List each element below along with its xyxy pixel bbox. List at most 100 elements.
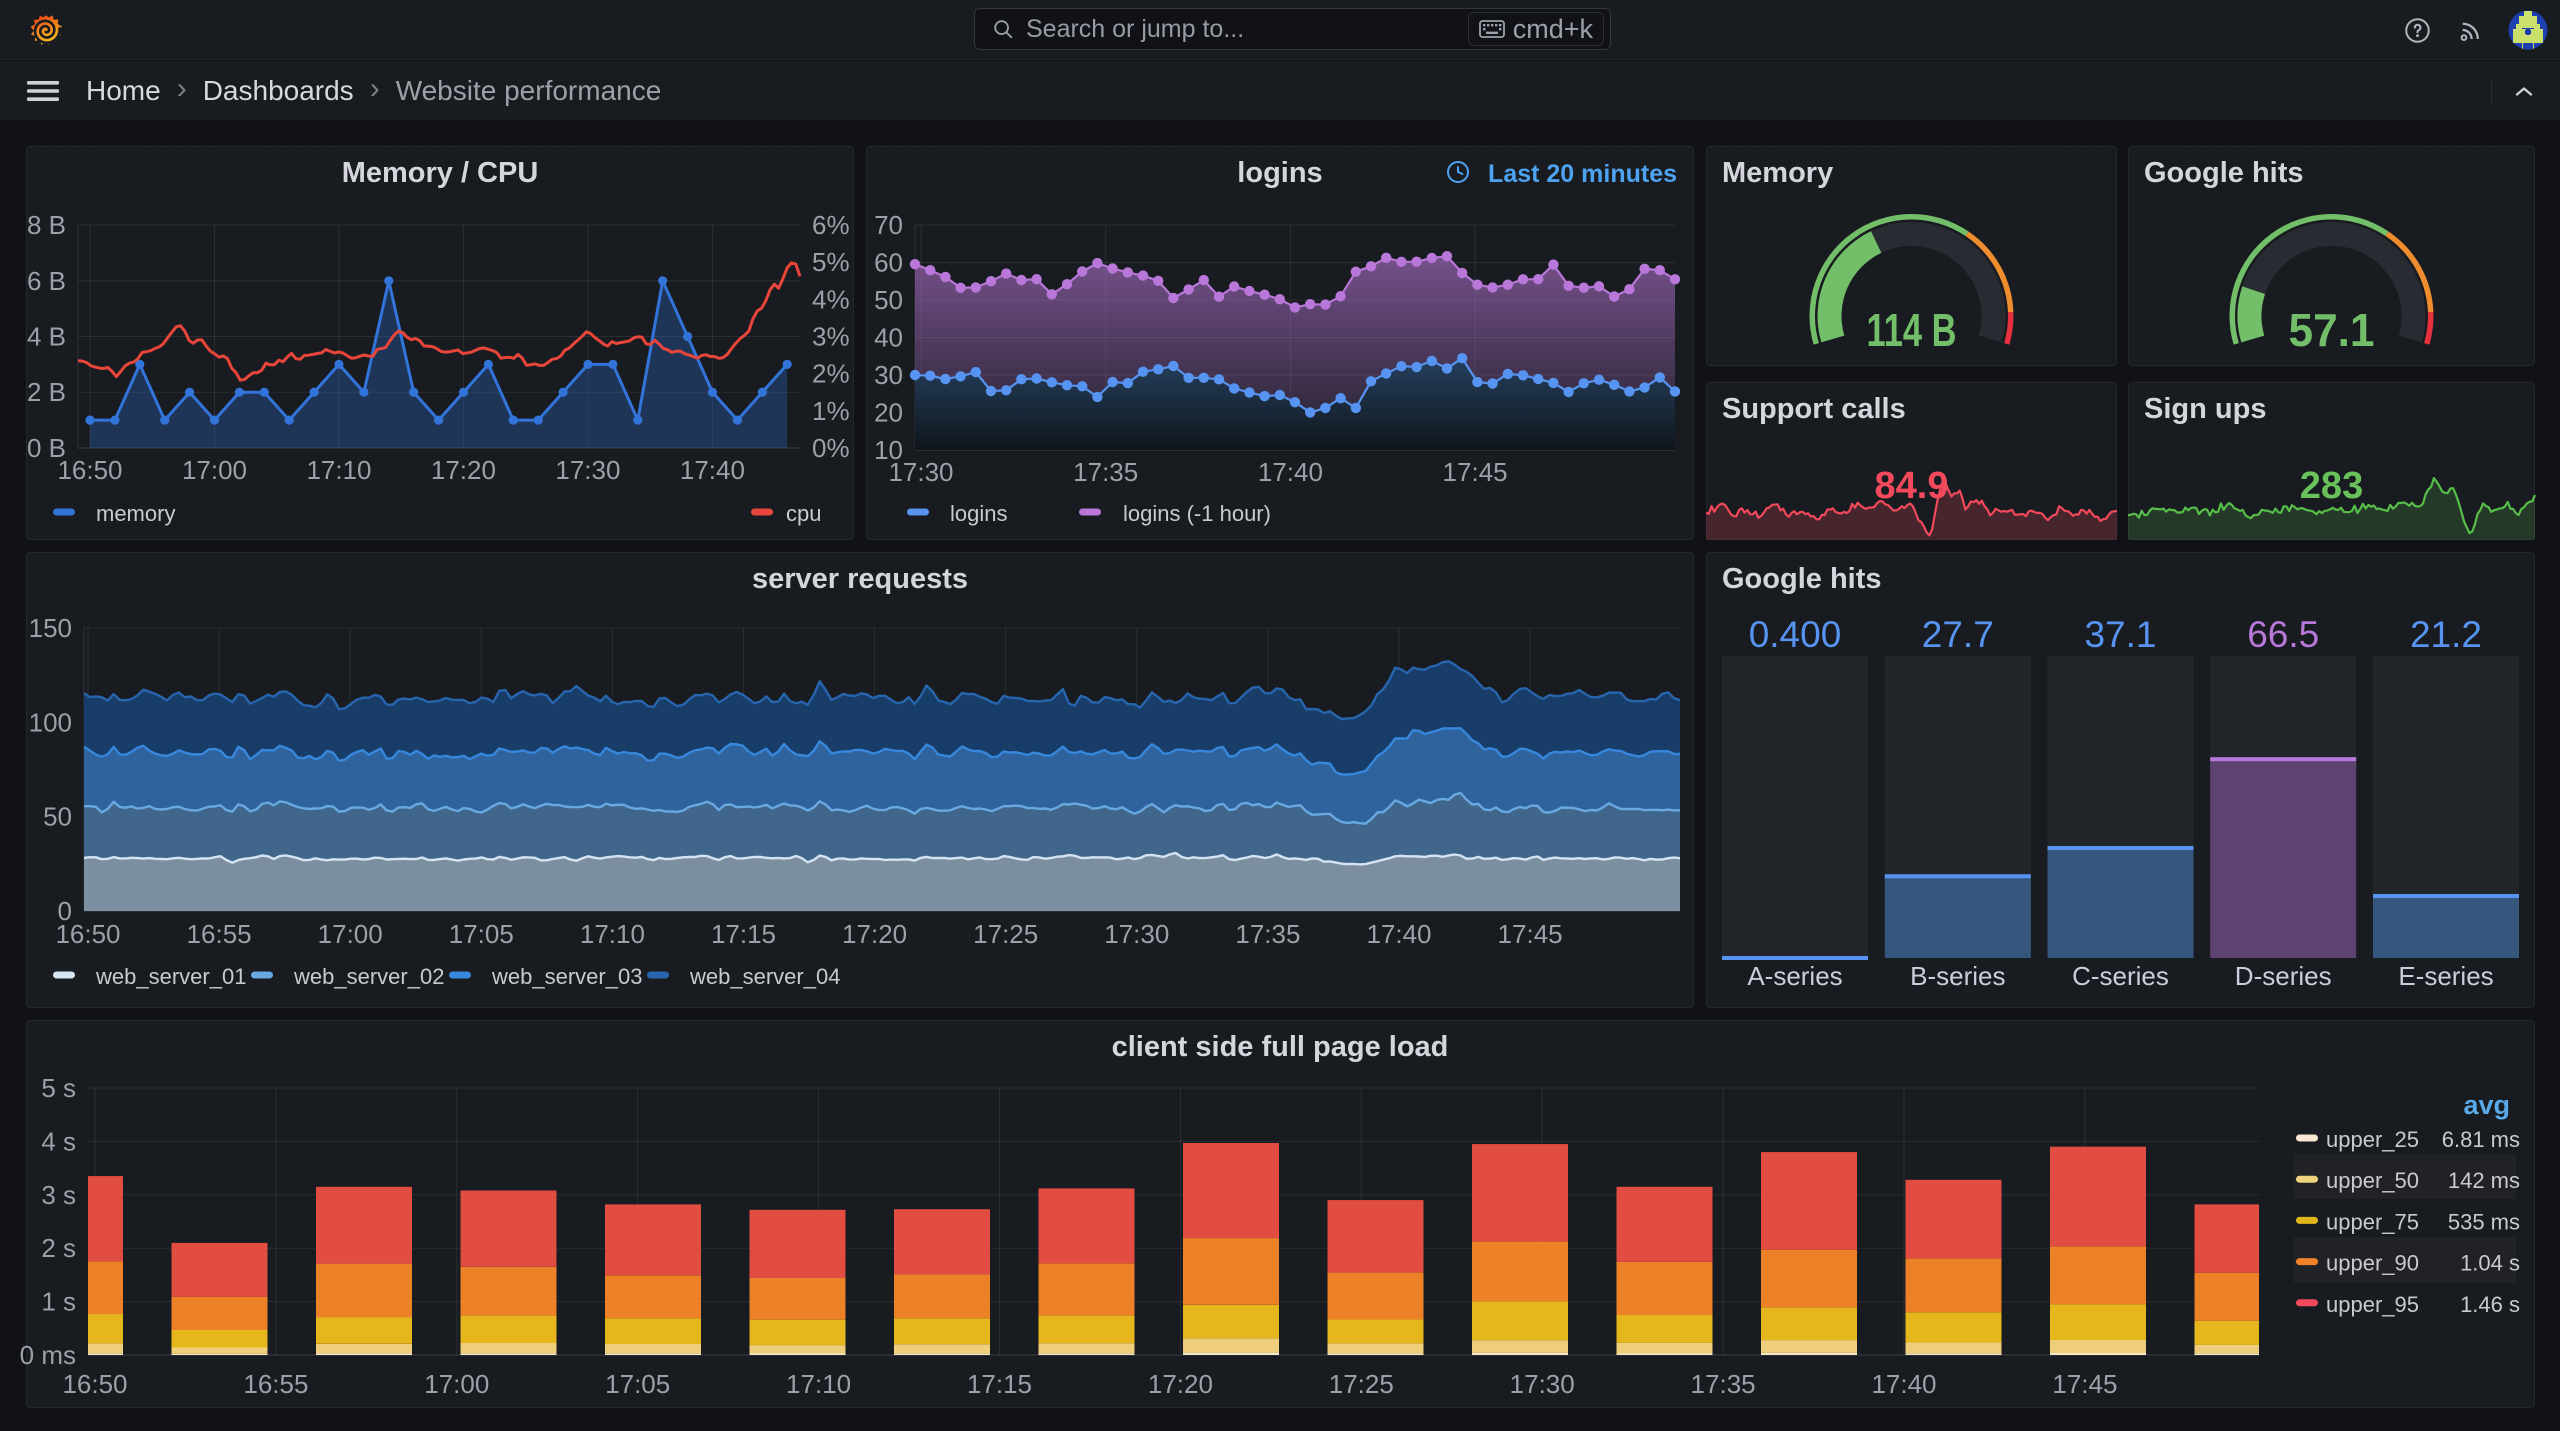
svg-text:1%: 1% (812, 396, 850, 426)
svg-text:upper_50: upper_50 (2326, 1168, 2419, 1193)
svg-text:17:30: 17:30 (1104, 919, 1169, 949)
svg-text:17:30: 17:30 (555, 455, 620, 485)
svg-text:5%: 5% (812, 247, 850, 277)
svg-text:142 ms: 142 ms (2448, 1168, 2520, 1193)
svg-text:17:05: 17:05 (449, 919, 514, 949)
svg-text:16:50: 16:50 (62, 1369, 127, 1399)
svg-text:6%: 6% (812, 210, 850, 240)
svg-text:1.46 s: 1.46 s (2460, 1292, 2520, 1317)
svg-text:21.2: 21.2 (2410, 614, 2482, 655)
svg-text:17:05: 17:05 (605, 1369, 670, 1399)
svg-text:17:15: 17:15 (711, 919, 776, 949)
svg-text:upper_95: upper_95 (2326, 1292, 2419, 1317)
svg-text:2%: 2% (812, 359, 850, 389)
svg-text:100: 100 (29, 707, 72, 737)
svg-text:17:00: 17:00 (182, 455, 247, 485)
svg-text:D-series: D-series (2235, 961, 2332, 991)
svg-text:20: 20 (874, 398, 903, 428)
svg-text:E-series: E-series (2398, 961, 2493, 991)
svg-text:17:35: 17:35 (1235, 919, 1300, 949)
svg-text:150: 150 (29, 613, 72, 643)
svg-text:cpu: cpu (786, 501, 821, 526)
svg-text:16:55: 16:55 (243, 1369, 308, 1399)
svg-text:memory: memory (96, 501, 175, 526)
svg-text:A-series: A-series (1747, 961, 1842, 991)
svg-text:283: 283 (2300, 465, 2363, 507)
svg-text:114 B: 114 B (1867, 304, 1957, 356)
svg-text:17:45: 17:45 (2052, 1369, 2117, 1399)
svg-text:6 B: 6 B (27, 266, 66, 296)
svg-text:3%: 3% (812, 322, 850, 352)
svg-text:1 s: 1 s (41, 1287, 76, 1317)
svg-text:17:25: 17:25 (973, 919, 1038, 949)
svg-text:50: 50 (874, 285, 903, 315)
svg-text:17:35: 17:35 (1073, 457, 1138, 487)
svg-text:B-series: B-series (1910, 961, 2005, 991)
svg-text:17:30: 17:30 (888, 457, 953, 487)
svg-text:web_server_01: web_server_01 (95, 964, 246, 989)
svg-text:upper_75: upper_75 (2326, 1209, 2419, 1234)
svg-text:2 B: 2 B (27, 377, 66, 407)
svg-text:17:40: 17:40 (1258, 457, 1323, 487)
svg-text:17:10: 17:10 (786, 1369, 851, 1399)
svg-text:57.1: 57.1 (2289, 304, 2375, 356)
svg-text:17:35: 17:35 (1691, 1369, 1756, 1399)
svg-text:avg: avg (2463, 1090, 2510, 1120)
svg-text:4%: 4% (812, 284, 850, 314)
svg-text:37.1: 37.1 (2084, 614, 2156, 655)
svg-text:17:10: 17:10 (580, 919, 645, 949)
svg-text:1.04 s: 1.04 s (2460, 1251, 2520, 1276)
svg-text:Google hits: Google hits (1722, 563, 1882, 595)
svg-text:Support calls: Support calls (1722, 393, 1906, 425)
svg-text:web_server_02: web_server_02 (293, 964, 444, 989)
svg-text:84.9: 84.9 (1875, 465, 1949, 507)
svg-text:0%: 0% (812, 433, 850, 463)
svg-text:logins: logins (1237, 157, 1322, 189)
svg-text:C-series: C-series (2072, 961, 2169, 991)
svg-text:client side full page load: client side full page load (1112, 1031, 1449, 1063)
svg-text:50: 50 (43, 802, 72, 832)
svg-text:logins: logins (950, 501, 1007, 526)
svg-text:27.7: 27.7 (1922, 614, 1994, 655)
svg-text:6.81 ms: 6.81 ms (2442, 1127, 2520, 1152)
svg-text:70: 70 (874, 210, 903, 240)
svg-text:Memory: Memory (1722, 157, 1833, 189)
svg-text:17:20: 17:20 (431, 455, 496, 485)
svg-text:Last 20 minutes: Last 20 minutes (1488, 160, 1677, 188)
svg-text:17:40: 17:40 (1366, 919, 1431, 949)
svg-text:8 B: 8 B (27, 210, 66, 240)
svg-text:server requests: server requests (752, 563, 968, 595)
svg-text:40: 40 (874, 323, 903, 353)
svg-text:logins (-1 hour): logins (-1 hour) (1123, 501, 1271, 526)
svg-text:Sign ups: Sign ups (2144, 393, 2266, 425)
svg-text:17:45: 17:45 (1498, 919, 1563, 949)
svg-text:66.5: 66.5 (2247, 614, 2319, 655)
svg-text:535 ms: 535 ms (2448, 1209, 2520, 1234)
svg-text:16:50: 16:50 (55, 919, 120, 949)
svg-text:17:20: 17:20 (842, 919, 907, 949)
svg-text:16:55: 16:55 (187, 919, 252, 949)
svg-text:upper_90: upper_90 (2326, 1251, 2419, 1276)
svg-text:17:00: 17:00 (318, 919, 383, 949)
svg-text:web_server_04: web_server_04 (689, 964, 840, 989)
svg-text:17:10: 17:10 (306, 455, 371, 485)
svg-text:web_server_03: web_server_03 (491, 964, 642, 989)
svg-text:Google hits: Google hits (2144, 157, 2304, 189)
svg-text:4 s: 4 s (41, 1126, 76, 1156)
svg-text:16:50: 16:50 (57, 455, 122, 485)
svg-text:17:30: 17:30 (1510, 1369, 1575, 1399)
svg-text:3 s: 3 s (41, 1180, 76, 1210)
svg-text:17:40: 17:40 (680, 455, 745, 485)
svg-text:17:40: 17:40 (1871, 1369, 1936, 1399)
svg-text:4 B: 4 B (27, 322, 66, 352)
svg-text:Memory / CPU: Memory / CPU (342, 157, 539, 189)
svg-text:17:25: 17:25 (1329, 1369, 1394, 1399)
svg-text:17:45: 17:45 (1443, 457, 1508, 487)
svg-text:2 s: 2 s (41, 1233, 76, 1263)
svg-text:30: 30 (874, 360, 903, 390)
svg-text:5 s: 5 s (41, 1073, 76, 1103)
svg-text:17:15: 17:15 (967, 1369, 1032, 1399)
svg-text:17:00: 17:00 (424, 1369, 489, 1399)
svg-text:upper_25: upper_25 (2326, 1127, 2419, 1152)
svg-text:0 ms: 0 ms (20, 1340, 76, 1370)
